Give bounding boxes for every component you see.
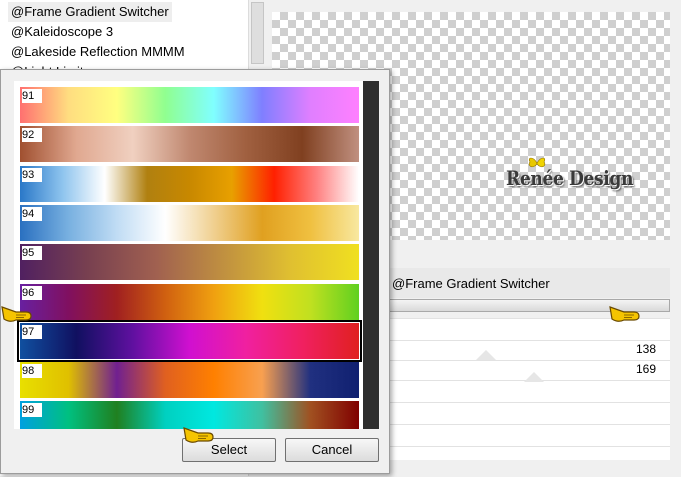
gradient-swatch[interactable] (20, 283, 359, 320)
gradient-swatch[interactable] (20, 204, 359, 241)
filter-item-frame-gradient-switcher[interactable]: @Frame Gradient Switcher (8, 2, 172, 22)
slider-marker-icon (524, 372, 544, 382)
param-row (388, 380, 670, 401)
param-row (388, 402, 670, 423)
swatch-number: 96 (22, 285, 42, 300)
swatch-number: 94 (22, 206, 42, 221)
param-row[interactable]: 138 (388, 340, 670, 361)
swatch-number: 92 (22, 128, 42, 143)
scrollbar-thumb[interactable] (251, 2, 264, 64)
gradient-swatch[interactable] (20, 165, 359, 202)
gradient-swatch[interactable] (20, 244, 359, 281)
swatch-number: 98 (22, 364, 42, 379)
gradient-swatch[interactable] (17, 319, 362, 362)
param-row (388, 446, 670, 467)
watermark-logo: Renée Design (506, 166, 634, 190)
filter-item-kaleidoscope[interactable]: @Kaleidoscope 3 (8, 22, 116, 42)
hand-pointer-icon (183, 427, 214, 443)
filter-title: @Frame Gradient Switcher (392, 276, 550, 291)
gradient-swatch[interactable] (20, 126, 359, 163)
gradient-swatch-list[interactable]: 91 92 93 94 95 96 97 98 99 (14, 81, 364, 429)
swatch-number: 93 (22, 167, 42, 182)
param-value[interactable]: 138 (636, 342, 656, 356)
gradient-swatch[interactable] (20, 87, 359, 123)
gradient-swatch[interactable] (20, 362, 359, 399)
filter-item-lakeside-reflection[interactable]: @Lakeside Reflection MMMM (8, 42, 188, 62)
hand-pointer-icon (609, 306, 640, 322)
param-value[interactable]: 169 (636, 362, 656, 376)
param-row (388, 424, 670, 445)
swatch-number: 91 (22, 89, 42, 103)
swatch-number: 99 (22, 403, 42, 418)
cancel-button[interactable]: Cancel (285, 438, 379, 462)
gradient-picker-dialog: 91 92 93 94 95 96 97 98 99 Select Cancel (0, 69, 390, 474)
hand-pointer-icon (1, 306, 32, 322)
swatch-list-scrollbar[interactable] (363, 81, 379, 429)
slider-marker-icon (476, 350, 496, 360)
swatch-number: 95 (22, 246, 42, 261)
